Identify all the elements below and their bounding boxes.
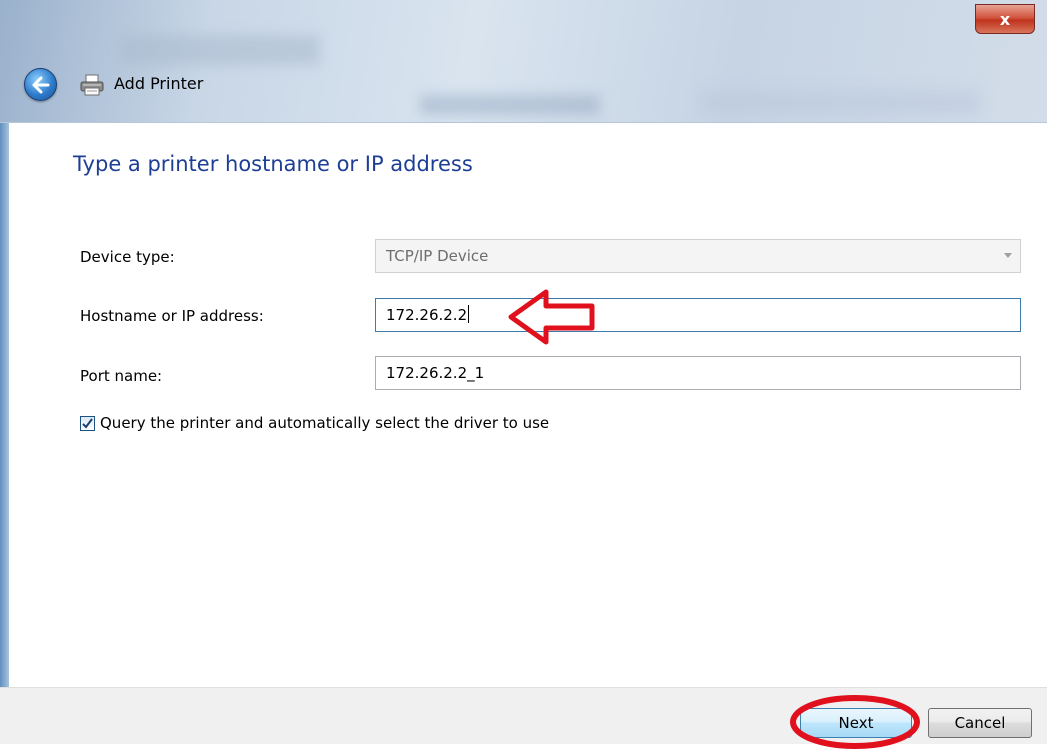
text-caret	[468, 305, 470, 323]
port-name-input[interactable]: 172.26.2.2_1	[375, 356, 1021, 390]
page-heading: Type a printer hostname or IP address	[73, 152, 473, 176]
back-button[interactable]	[24, 68, 57, 101]
hostname-value: 172.26.2.2	[386, 306, 468, 324]
hostname-label: Hostname or IP address:	[80, 307, 264, 325]
device-type-label: Device type:	[80, 248, 175, 266]
red-arrow-annotation	[508, 289, 595, 345]
device-type-dropdown[interactable]: TCP/IP Device	[375, 239, 1021, 273]
close-button[interactable]: x	[975, 4, 1035, 34]
port-name-label: Port name:	[80, 367, 163, 385]
titlebar-glass-blur	[700, 90, 980, 115]
titlebar-glass-blur	[420, 95, 600, 115]
title-bar	[0, 0, 1047, 123]
titlebar-glass-blur	[120, 35, 320, 65]
port-name-value: 172.26.2.2_1	[386, 364, 485, 382]
red-circle-annotation	[790, 695, 920, 749]
query-printer-checkbox[interactable]	[80, 415, 95, 431]
checkmark-icon	[82, 417, 93, 429]
chevron-down-icon	[1004, 253, 1012, 258]
printer-icon	[80, 74, 104, 96]
query-printer-option[interactable]: Query the printer and automatically sele…	[80, 414, 549, 432]
window-left-border	[0, 123, 9, 687]
cancel-button[interactable]: Cancel	[928, 708, 1032, 738]
window-title: Add Printer	[114, 74, 204, 93]
query-printer-label: Query the printer and automatically sele…	[100, 414, 550, 432]
hostname-input[interactable]: 172.26.2.2	[375, 298, 1021, 332]
device-type-value: TCP/IP Device	[386, 247, 489, 265]
wizard-content	[0, 123, 1047, 687]
back-arrow-icon	[32, 76, 49, 93]
